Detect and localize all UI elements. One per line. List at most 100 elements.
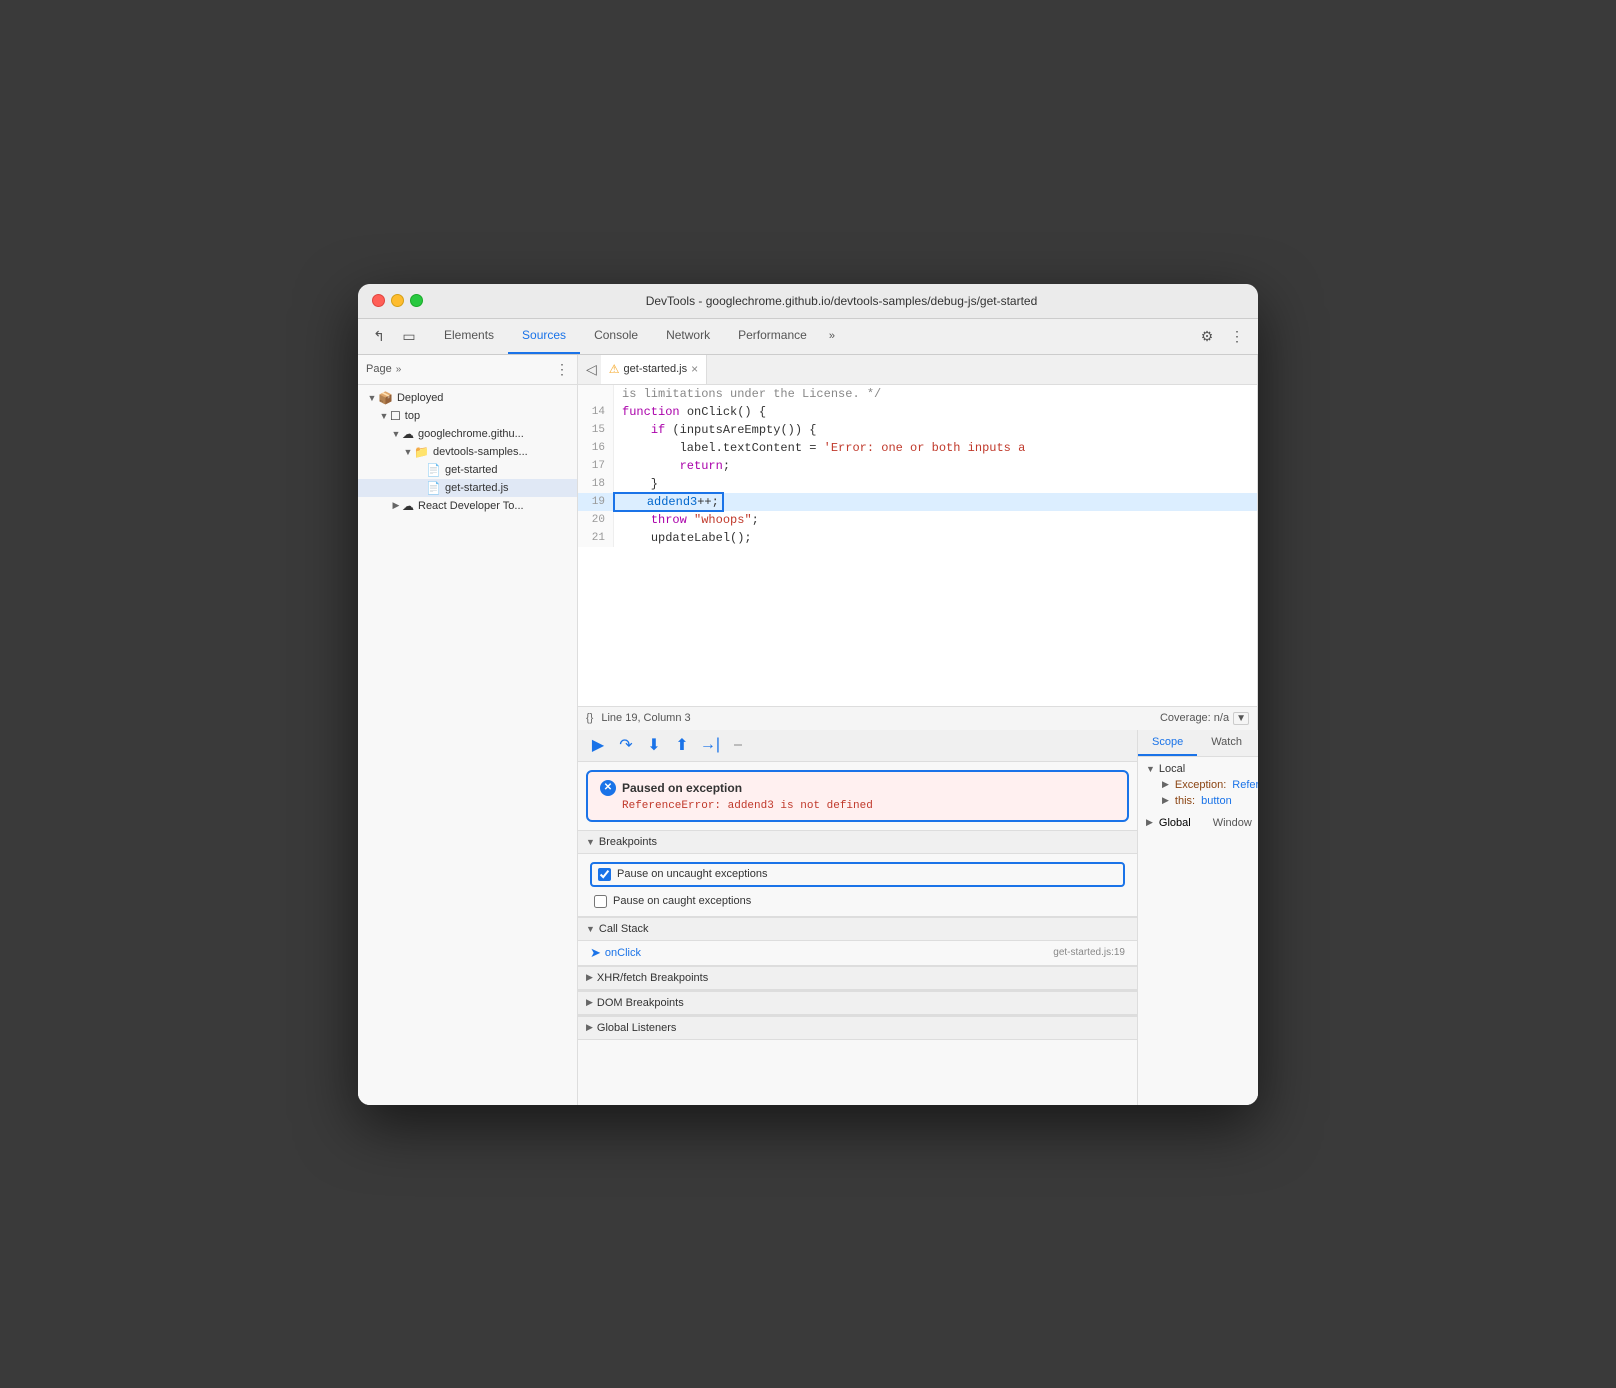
global-listeners-title: Global Listeners — [597, 1022, 677, 1034]
status-bar: {} Line 19, Column 3 Coverage: n/a ▼ — [578, 706, 1257, 730]
cursor-position: Line 19, Column 3 — [601, 712, 1160, 724]
tab-bar: ↰ ▭ Elements Sources Console Network Per… — [358, 319, 1258, 355]
tree-item-top[interactable]: ▼ ☐ top — [358, 407, 577, 425]
exception-icon: ✕ — [600, 780, 616, 796]
scope-tab-watch[interactable]: Watch — [1197, 730, 1256, 756]
tab-network[interactable]: Network — [652, 319, 724, 354]
cursor-icon-button[interactable]: ↰ — [366, 323, 392, 349]
step-button[interactable]: →| — [698, 733, 722, 757]
main-area: Page » ⋮ ▼ 📦 Deployed ▼ ☐ top — [358, 355, 1258, 1105]
exception-title-text: Paused on exception — [622, 781, 742, 795]
scope-local-label: Local — [1159, 763, 1185, 775]
exception-message: ReferenceError: addend3 is not defined — [600, 800, 1115, 812]
pause-uncaught-label: Pause on uncaught exceptions — [617, 868, 767, 880]
code-line-top: is limitations under the License. */ — [578, 385, 1257, 403]
window-title: DevTools - googlechrome.github.io/devtoo… — [439, 294, 1244, 308]
tree-item-googlechrome[interactable]: ▼ ☁ googlechrome.githu... — [358, 425, 577, 443]
tree-item-react-devtools[interactable]: ▶ ☁ React Developer To... — [358, 497, 577, 515]
code-line-20: 20 throw "whoops"; — [578, 511, 1257, 529]
pause-uncaught-checkbox[interactable] — [598, 868, 611, 881]
code-line-18: 18 } — [578, 475, 1257, 493]
scope-global-label: Global — [1159, 817, 1191, 829]
coverage-dropdown-button[interactable]: ▼ — [1233, 712, 1249, 725]
code-editor[interactable]: is limitations under the License. */ 14 … — [578, 385, 1257, 706]
call-stack-fn-name: onClick — [605, 947, 641, 959]
scope-this-item[interactable]: ▶ this: button — [1146, 793, 1250, 809]
scope-global-value: Window — [1213, 817, 1252, 829]
settings-icon-button[interactable]: ⚙ — [1194, 323, 1220, 349]
step-over-button[interactable]: ↷ — [614, 733, 638, 757]
scope-tabs: Scope Watch — [1138, 730, 1258, 757]
scope-this-value: button — [1201, 795, 1232, 807]
global-listeners-header[interactable]: ▶ Global Listeners — [578, 1016, 1137, 1040]
call-stack-file-ref: get-started.js:19 — [1053, 947, 1125, 958]
file-tree-sidebar: Page » ⋮ ▼ 📦 Deployed ▼ ☐ top — [358, 355, 578, 1105]
scope-local-header[interactable]: ▼ Local — [1146, 761, 1250, 777]
scope-exception-key: Exception: — [1175, 779, 1226, 791]
deactivate-button[interactable]: ⎯ — [726, 733, 750, 757]
tab-performance[interactable]: Performance — [724, 319, 821, 354]
sidebar-more-button[interactable]: ⋮ — [555, 361, 569, 378]
resume-button[interactable]: ▶ — [586, 733, 610, 757]
dom-breakpoints-title: DOM Breakpoints — [597, 997, 684, 1009]
bottom-panels: ▶ ↷ ⬇ ⬆ →| ⎯ ✕ Paused on exception — [578, 730, 1258, 1105]
exception-banner: ✕ Paused on exception ReferenceError: ad… — [586, 770, 1129, 822]
warning-icon: ⚠ — [609, 362, 620, 376]
tree-item-get-started-js[interactable]: 📄 get-started.js — [358, 479, 577, 497]
maximize-button[interactable] — [410, 294, 423, 307]
call-stack-section-header[interactable]: ▼ Call Stack — [578, 917, 1137, 941]
minimize-button[interactable] — [391, 294, 404, 307]
editor-back-button[interactable]: ◁ — [582, 361, 601, 378]
sidebar-header: Page » ⋮ — [358, 355, 577, 385]
code-line-19: 19 addend3++; — [578, 493, 1257, 511]
devtools-window: DevTools - googlechrome.github.io/devtoo… — [358, 284, 1258, 1105]
scope-tab-scope[interactable]: Scope — [1138, 730, 1197, 756]
close-button[interactable] — [372, 294, 385, 307]
editor-tabs: ◁ ⚠ get-started.js × — [578, 355, 1257, 385]
close-file-button[interactable]: × — [691, 362, 698, 376]
breakpoints-section-content: Pause on uncaught exceptions Pause on ca… — [578, 854, 1137, 916]
debug-controls: ▶ ↷ ⬇ ⬆ →| ⎯ — [578, 730, 1137, 762]
pause-caught-row[interactable]: Pause on caught exceptions — [586, 891, 1129, 912]
scope-section-global[interactable]: ▶ Global Window — [1146, 813, 1250, 833]
format-button[interactable]: {} — [586, 712, 593, 724]
tab-settings: ⚙ ⋮ — [1194, 323, 1250, 349]
code-line-16: 16 label.textContent = 'Error: one or bo… — [578, 439, 1257, 457]
xhr-breakpoints-header[interactable]: ▶ XHR/fetch Breakpoints — [578, 966, 1137, 990]
scope-section-local: ▼ Local ▶ Exception: Referen... ▶ — [1146, 761, 1250, 809]
titlebar: DevTools - googlechrome.github.io/devtoo… — [358, 284, 1258, 319]
scope-this-key: this: — [1175, 795, 1195, 807]
tree-item-devtools-samples[interactable]: ▼ 📁 devtools-samples... — [358, 443, 577, 461]
pause-caught-checkbox[interactable] — [594, 895, 607, 908]
editor-debug-container: ◁ ⚠ get-started.js × is limitations unde… — [578, 355, 1258, 1105]
sidebar-page-label: Page — [366, 363, 392, 375]
tab-elements[interactable]: Elements — [430, 319, 508, 354]
more-tabs-button[interactable]: » — [821, 330, 843, 342]
code-line-17: 17 return; — [578, 457, 1257, 475]
step-into-button[interactable]: ⬇ — [642, 733, 666, 757]
step-out-button[interactable]: ⬆ — [670, 733, 694, 757]
editor-file-tab: ⚠ get-started.js × — [601, 355, 707, 384]
breakpoints-title: Breakpoints — [599, 836, 657, 848]
pause-caught-label: Pause on caught exceptions — [613, 895, 751, 907]
tree-item-deployed[interactable]: ▼ 📦 Deployed — [358, 389, 577, 407]
dom-breakpoints-header[interactable]: ▶ DOM Breakpoints — [578, 991, 1137, 1015]
call-stack-onclick[interactable]: ➤ onClick get-started.js:19 — [578, 941, 1137, 965]
device-icon-button[interactable]: ▭ — [396, 323, 422, 349]
call-stack-arrow-icon: ➤ — [590, 945, 601, 961]
tree-item-get-started[interactable]: 📄 get-started — [358, 461, 577, 479]
main-tabs: Elements Sources Console Network Perform… — [430, 319, 843, 354]
editor-filename: get-started.js — [624, 363, 688, 375]
menu-icon-button[interactable]: ⋮ — [1224, 323, 1250, 349]
code-line-14: 14 function onClick() { — [578, 403, 1257, 421]
tab-console[interactable]: Console — [580, 319, 652, 354]
scope-content: ▼ Local ▶ Exception: Referen... ▶ — [1138, 757, 1258, 837]
scope-panel: Scope Watch ▼ Local — [1138, 730, 1258, 1105]
pause-uncaught-row[interactable]: Pause on uncaught exceptions — [590, 862, 1125, 887]
exception-title: ✕ Paused on exception — [600, 780, 1115, 796]
call-stack-title: Call Stack — [599, 923, 649, 935]
code-line-15: 15 if (inputsAreEmpty()) { — [578, 421, 1257, 439]
scope-exception-item[interactable]: ▶ Exception: Referen... — [1146, 777, 1250, 793]
breakpoints-section-header[interactable]: ▼ Breakpoints — [578, 830, 1137, 854]
tab-sources[interactable]: Sources — [508, 319, 580, 354]
